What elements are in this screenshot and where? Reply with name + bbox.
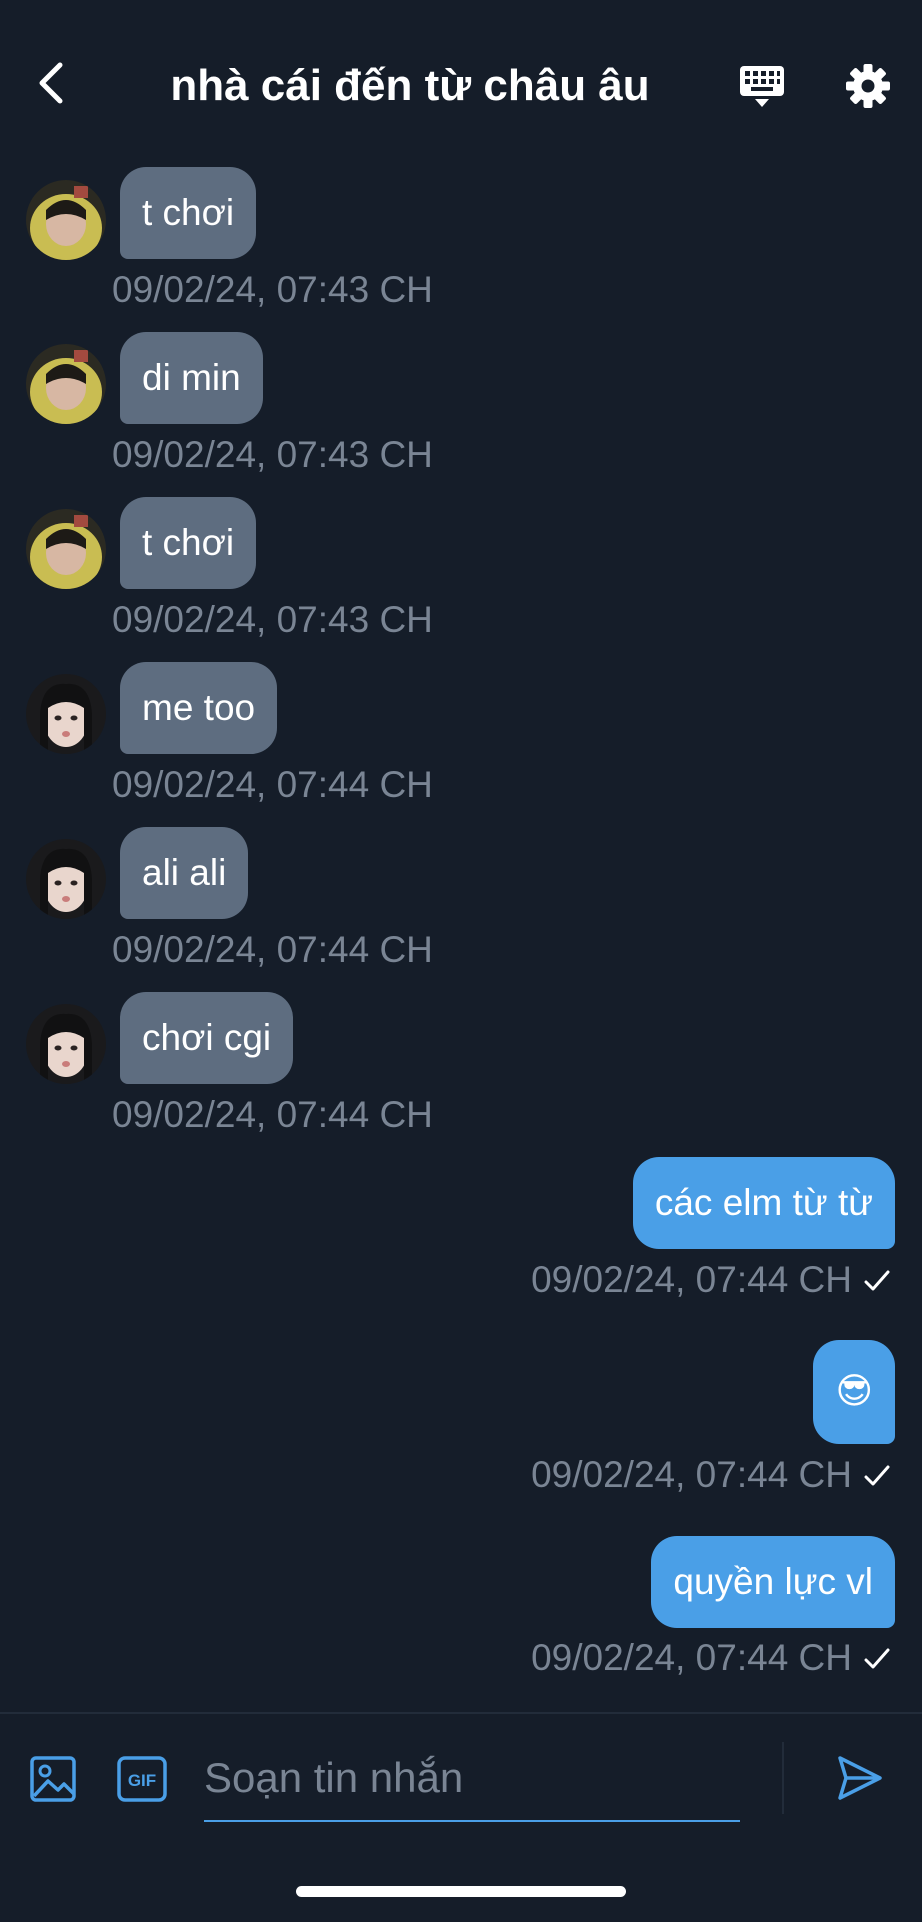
message-timestamp: 09/02/24, 07:43 CH <box>112 269 433 310</box>
message-bubble-outgoing[interactable]: quyền lực vl <box>651 1536 895 1628</box>
avatar-yellow-hoodie <box>26 509 106 589</box>
message-bubble-incoming[interactable]: ali ali <box>120 827 249 919</box>
message-bubble-incoming[interactable]: di min <box>120 332 263 424</box>
message-bubble-incoming[interactable]: chơi cgi <box>120 992 294 1084</box>
conversation-title: nhà cái đến từ châu âu <box>170 61 650 110</box>
avatar-yellow-hoodie <box>26 344 106 424</box>
settings-button[interactable] <box>842 58 894 114</box>
avatar[interactable] <box>26 180 106 260</box>
sent-check-icon <box>864 1648 890 1669</box>
keyboard-button[interactable] <box>734 58 790 114</box>
message-bubble-incoming[interactable]: t chơi <box>120 167 257 259</box>
message-timestamp: 09/02/24, 07:44 CH <box>531 1454 852 1495</box>
keyboard-icon <box>740 66 784 107</box>
sent-check-icon <box>864 1270 890 1291</box>
message-timestamp: 09/02/24, 07:44 CH <box>112 1094 433 1135</box>
attach-image-button[interactable] <box>28 1754 78 1804</box>
send-icon <box>838 1756 882 1800</box>
gear-icon <box>846 64 890 108</box>
avatar-selfie <box>26 839 106 919</box>
message-timestamp: 09/02/24, 07:44 CH <box>531 1259 852 1300</box>
message-timestamp: 09/02/24, 07:44 CH <box>112 929 433 970</box>
message-bubble-incoming[interactable]: t chơi <box>120 497 257 589</box>
message-timestamp: 09/02/24, 07:44 CH <box>112 764 433 805</box>
composer-divider <box>782 1742 784 1814</box>
send-button[interactable] <box>834 1752 886 1804</box>
message-input[interactable] <box>204 1736 740 1820</box>
gif-icon: GIF <box>117 1756 167 1802</box>
avatar[interactable] <box>26 674 106 754</box>
avatar[interactable] <box>26 839 106 919</box>
message-timestamp: 09/02/24, 07:44 CH <box>531 1637 852 1678</box>
message-input-wrapper <box>204 1736 740 1822</box>
gif-label: GIF <box>128 1771 156 1790</box>
avatar[interactable] <box>26 1004 106 1084</box>
avatar-yellow-hoodie <box>26 180 106 260</box>
gif-button[interactable]: GIF <box>116 1754 168 1804</box>
avatar[interactable] <box>26 344 106 424</box>
avatar-selfie <box>26 674 106 754</box>
sent-check-icon <box>864 1465 890 1486</box>
avatar-selfie <box>26 1004 106 1084</box>
message-bubble-outgoing[interactable]: 😎 <box>813 1340 895 1444</box>
back-button[interactable] <box>26 58 76 108</box>
chat-header: nhà cái đến từ châu âu <box>0 0 922 170</box>
message-bubble-outgoing[interactable]: các elm từ từ <box>632 1157 895 1249</box>
message-timestamp: 09/02/24, 07:43 CH <box>112 599 433 640</box>
message-timestamp: 09/02/24, 07:43 CH <box>112 434 433 475</box>
avatar[interactable] <box>26 509 106 589</box>
image-icon <box>30 1756 76 1802</box>
message-bubble-incoming[interactable]: me too <box>120 662 278 754</box>
home-indicator[interactable] <box>296 1886 626 1897</box>
chevron-left-icon <box>39 62 63 104</box>
